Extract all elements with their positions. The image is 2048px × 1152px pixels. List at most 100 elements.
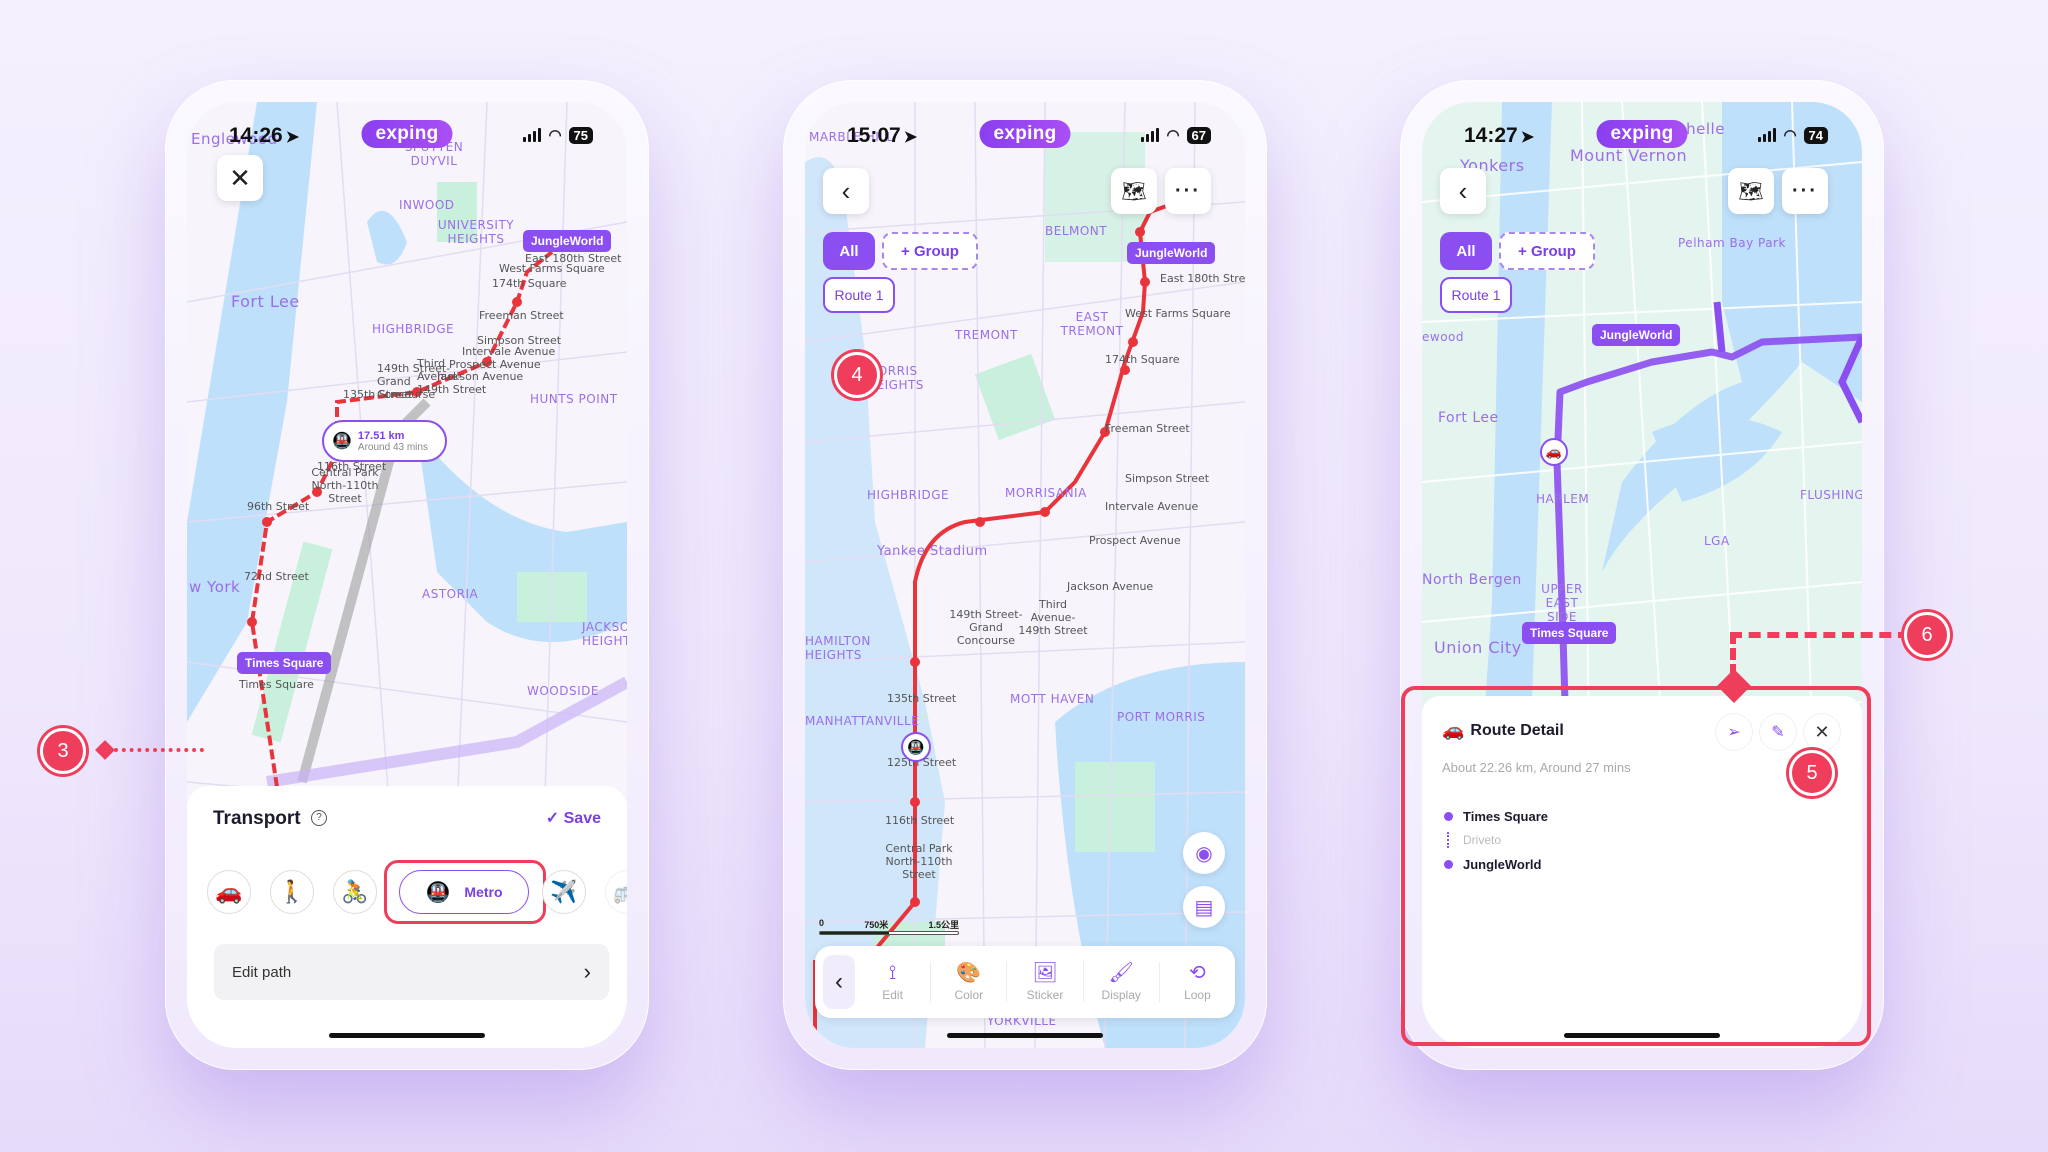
signal-icon xyxy=(1758,128,1777,142)
start-marker[interactable]: Times Square xyxy=(1522,622,1617,644)
mode-bike[interactable]: 🚴 xyxy=(333,870,377,914)
clock: 14:27 ➤ xyxy=(1464,124,1534,148)
station-label: Times Square xyxy=(239,678,314,691)
scale-max: 1.5公里 xyxy=(928,920,959,930)
area-label: Fort Lee xyxy=(231,292,300,311)
mode-walk[interactable]: 🚶 xyxy=(270,870,314,914)
car-position-marker[interactable]: 🚗 xyxy=(1540,438,1568,466)
station-label: 96th Street xyxy=(247,500,310,513)
scale-mid: 750米 xyxy=(864,920,889,930)
edit-route-icon: ⟟ xyxy=(888,962,897,984)
loop-icon: ⟲ xyxy=(1189,962,1206,984)
area-label: BELMONT xyxy=(1045,224,1108,238)
route-chip[interactable]: Route 1 xyxy=(823,277,895,313)
map-style-button[interactable]: 🗺 xyxy=(1111,168,1157,214)
mode-plane[interactable]: ✈️ xyxy=(542,870,586,914)
mode-bus[interactable]: 🚌 xyxy=(605,870,627,914)
area-label: PORT MORRIS xyxy=(1117,710,1206,724)
map-icon: 🗺 xyxy=(1121,180,1147,203)
area-label: MOTT HAVEN xyxy=(1010,692,1095,706)
station-label: 174th Square xyxy=(492,277,567,290)
route-chip[interactable]: Route 1 xyxy=(1440,277,1512,313)
clock: 15:07 ➤ xyxy=(847,124,917,148)
tool-label: Loop xyxy=(1184,988,1211,1002)
metro-icon: 🚇 xyxy=(907,738,925,755)
filter-all[interactable]: All xyxy=(1440,232,1492,270)
metro-icon: 🚇 xyxy=(332,433,352,450)
map-style-button[interactable]: 🗺 xyxy=(1728,168,1774,214)
phone-route-editor: MARBLE HILL BELMONT TREMONT EAST TREMONT… xyxy=(783,80,1267,1070)
edit-toolbar: ‹ ⟟ Edit 🎨 Color 🖼 Sticker 🖌 Display ⟲ Loop xyxy=(815,946,1235,1018)
annotation-leader-line xyxy=(1730,632,1910,638)
end-marker[interactable]: JungleWorld xyxy=(1592,324,1681,346)
tool-edit[interactable]: ⟟ Edit xyxy=(855,962,930,1002)
filter-all[interactable]: All xyxy=(823,232,875,270)
clock: 14:26 ➤ xyxy=(229,124,299,148)
annotation-leader-line xyxy=(114,748,204,752)
tool-display[interactable]: 🖌 Display xyxy=(1082,962,1159,1002)
mode-metro[interactable]: 🚇 Metro xyxy=(399,870,529,914)
close-button[interactable]: ✕ xyxy=(217,155,263,201)
annotation-4: 4 xyxy=(834,352,880,398)
more-icon: ··· xyxy=(1792,179,1818,202)
area-label: INWOOD xyxy=(399,198,455,212)
edit-path-row[interactable]: Edit path › xyxy=(214,944,609,1000)
area-label: Fort Lee xyxy=(1438,410,1499,426)
area-label: LGA xyxy=(1704,534,1730,548)
image-icon: 🖼 xyxy=(1032,962,1058,984)
end-marker[interactable]: JungleWorld xyxy=(523,230,612,252)
car-icon: 🚗 xyxy=(215,879,243,904)
metro-icon: 🚇 xyxy=(425,881,451,904)
location-arrow-icon: ➤ xyxy=(285,129,300,146)
area-label: HUNTS POINT xyxy=(530,392,618,406)
battery-icon: 74 xyxy=(1803,126,1828,144)
back-button[interactable]: ‹ xyxy=(823,168,869,214)
scale-zero: 0 xyxy=(819,918,825,928)
wifi-icon: ◠ xyxy=(1166,127,1180,144)
tool-label: Sticker xyxy=(1026,988,1064,1002)
battery-icon: 67 xyxy=(1186,126,1211,144)
start-marker[interactable]: Times Square xyxy=(237,652,332,674)
end-marker[interactable]: JungleWorld xyxy=(1127,242,1216,264)
tool-sticker[interactable]: 🖼 Sticker xyxy=(1006,962,1082,1002)
plane-icon: ✈️ xyxy=(550,879,578,904)
tool-color[interactable]: 🎨 Color xyxy=(930,962,1006,1002)
check-icon: ✓ xyxy=(545,810,564,827)
station-label: West Farms Square xyxy=(499,262,605,275)
wifi-icon: ◠ xyxy=(548,127,562,144)
annotation-3: 3 xyxy=(40,728,86,774)
station-label: 149th Street-Grand Concourse xyxy=(949,608,1023,647)
save-button[interactable]: ✓ Save xyxy=(546,808,601,828)
add-group-button[interactable]: + Group xyxy=(1499,232,1595,270)
toolbar-back-button[interactable]: ‹ xyxy=(823,955,855,1009)
locate-button[interactable]: ◉ xyxy=(1183,832,1225,874)
help-icon[interactable]: ? xyxy=(311,810,327,826)
phone-transport: Englewood SPUYTEN DUYVIL INWOOD UNIVERSI… xyxy=(165,80,649,1070)
close-icon: ✕ xyxy=(229,162,251,193)
metro-position-marker[interactable]: 🚇 xyxy=(901,732,931,762)
more-button[interactable]: ··· xyxy=(1165,168,1211,214)
add-group-button[interactable]: + Group xyxy=(882,232,978,270)
home-indicator xyxy=(329,1033,485,1038)
drive-route xyxy=(1553,333,1862,703)
chevron-left-icon: ‹ xyxy=(835,968,843,995)
time-text: 14:26 xyxy=(229,124,283,147)
area-label: North Bergen xyxy=(1422,572,1522,588)
area-label: ASTORIA xyxy=(422,587,479,601)
signal-icon xyxy=(523,128,542,142)
station-label: East 180th Street xyxy=(1160,272,1245,285)
document-button[interactable]: ▤ xyxy=(1183,886,1225,928)
system-icons: ◠ 67 xyxy=(1141,126,1211,144)
more-icon: ··· xyxy=(1175,179,1201,202)
highlight-box xyxy=(1401,686,1871,1046)
system-icons: ◠ 75 xyxy=(523,126,593,144)
edit-path-label: Edit path xyxy=(232,963,292,981)
back-button[interactable]: ‹ xyxy=(1440,168,1486,214)
station-label: 116th Street xyxy=(885,814,955,827)
route-info-bubble[interactable]: 🚇 17.51 km Around 43 mins xyxy=(322,420,447,462)
station-label: 135th Street xyxy=(343,388,413,401)
mode-car[interactable]: 🚗 xyxy=(207,870,251,914)
more-button[interactable]: ··· xyxy=(1782,168,1828,214)
tool-loop[interactable]: ⟲ Loop xyxy=(1158,962,1235,1002)
tool-label: Edit xyxy=(882,988,903,1002)
